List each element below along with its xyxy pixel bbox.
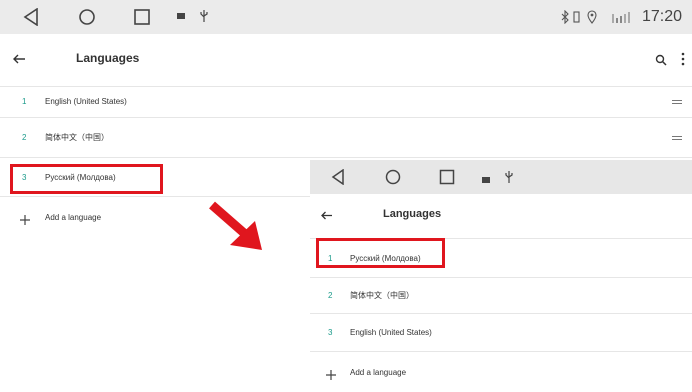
- page-title: Languages: [383, 208, 442, 220]
- add-language-label: Add a language: [45, 212, 102, 222]
- language-item[interactable]: 3 English (United States): [310, 314, 692, 352]
- language-number: 2: [22, 133, 27, 142]
- language-label: English (United States): [45, 97, 127, 106]
- back-icon[interactable]: [331, 168, 347, 186]
- clock: 17:20: [642, 8, 683, 25]
- photo-icon: [481, 172, 491, 183]
- front-screen: Languages 1 Русский (Молдова) 2 简体中文（中国）…: [310, 160, 692, 392]
- arrow-annotation: [200, 195, 270, 257]
- drag-handle-icon[interactable]: [672, 98, 682, 106]
- app-bar: Languages: [310, 194, 692, 239]
- plus-icon: [20, 212, 30, 225]
- back-arrow-icon[interactable]: [12, 52, 26, 66]
- status-bar: [310, 160, 692, 194]
- drag-handle-icon[interactable]: [672, 134, 682, 142]
- status-bar: 17:20: [0, 0, 692, 34]
- usb-icon: [504, 170, 514, 184]
- photo-icon: [176, 11, 186, 21]
- search-icon[interactable]: [655, 53, 667, 66]
- location-icon: [586, 10, 598, 24]
- home-icon[interactable]: [78, 8, 96, 26]
- language-label: 简体中文（中国）: [350, 291, 414, 300]
- recents-icon[interactable]: [439, 169, 455, 185]
- language-label: English (United States): [350, 328, 432, 337]
- language-item[interactable]: 2 简体中文（中国）: [310, 278, 692, 314]
- plus-icon: [326, 367, 336, 380]
- add-language-label: Add a language: [350, 367, 407, 377]
- app-bar: Languages: [0, 34, 692, 87]
- signal-icon: [610, 10, 632, 24]
- more-icon[interactable]: [681, 52, 685, 66]
- highlight-box: [316, 238, 445, 268]
- home-icon[interactable]: [385, 169, 401, 185]
- vibrate-icon: [572, 10, 580, 24]
- bluetooth-icon: [560, 9, 570, 25]
- language-item[interactable]: 2 简体中文（中国）: [0, 118, 692, 158]
- language-number: 1: [22, 97, 27, 106]
- recents-icon[interactable]: [133, 8, 151, 26]
- language-number: 3: [328, 328, 333, 337]
- usb-icon: [199, 9, 209, 23]
- add-language-button[interactable]: Add a language: [310, 352, 692, 392]
- language-number: 2: [328, 291, 333, 300]
- back-arrow-icon[interactable]: [320, 209, 333, 222]
- page-title: Languages: [76, 51, 140, 65]
- back-icon[interactable]: [22, 8, 40, 26]
- language-item[interactable]: 1 English (United States): [0, 86, 692, 118]
- highlight-box: [10, 164, 163, 194]
- language-label: 简体中文（中国）: [45, 133, 109, 142]
